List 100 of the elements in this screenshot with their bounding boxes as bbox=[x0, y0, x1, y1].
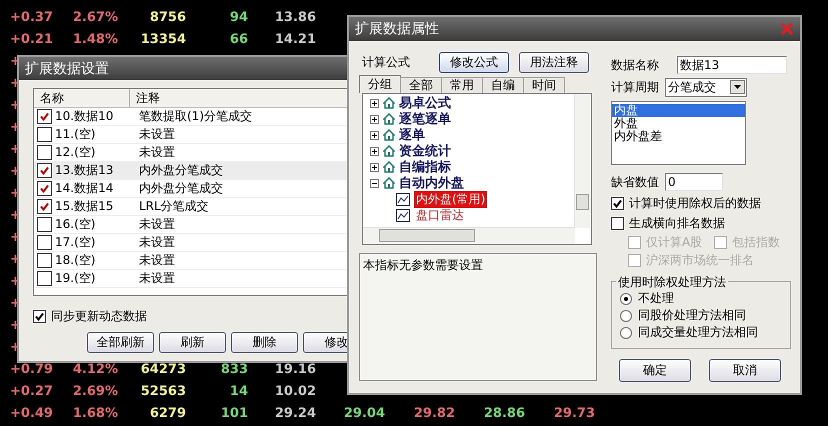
collapse-icon[interactable] bbox=[370, 178, 379, 188]
dialog-button[interactable]: 刷新 bbox=[159, 332, 226, 353]
quote-cell-text: 29.24 bbox=[274, 405, 316, 423]
period-dropdown[interactable]: 分笔成交 bbox=[665, 78, 747, 96]
checkbox[interactable] bbox=[37, 181, 52, 196]
tree-item[interactable]: 逐单 bbox=[399, 126, 425, 144]
input-field[interactable]: 数据13 bbox=[677, 56, 787, 74]
house-icon bbox=[383, 129, 395, 141]
quote-cell-text: +0.37 bbox=[9, 9, 54, 27]
checkbox[interactable] bbox=[37, 235, 52, 250]
radio-button[interactable] bbox=[620, 310, 632, 322]
quote-cell-text: 833 bbox=[220, 361, 248, 379]
expand-icon[interactable] bbox=[370, 98, 379, 108]
scrollbar[interactable] bbox=[363, 227, 575, 244]
house-icon bbox=[383, 113, 395, 125]
checkbox[interactable] bbox=[37, 145, 52, 160]
dialog-button[interactable]: 删除 bbox=[231, 332, 298, 353]
field-label: 数据名称 bbox=[611, 56, 659, 74]
expand-icon[interactable] bbox=[370, 146, 379, 156]
checkbox[interactable] bbox=[37, 271, 52, 286]
row-name: 17.(空) bbox=[55, 234, 96, 251]
close-icon bbox=[780, 22, 794, 36]
dialog-button[interactable]: 全部刷新 bbox=[87, 332, 154, 353]
row-name: 19.(空) bbox=[55, 270, 96, 287]
tab[interactable]: 时间 bbox=[523, 77, 565, 93]
checkbox[interactable] bbox=[37, 199, 52, 214]
row-note: 未设置 bbox=[138, 216, 176, 233]
window-title: 扩展数据属性 bbox=[355, 20, 439, 38]
quote-cell-text: 28.86 bbox=[482, 405, 525, 423]
quote-cell-text: 66 bbox=[228, 31, 248, 49]
radio-button[interactable] bbox=[620, 292, 632, 304]
row-note: 未设置 bbox=[138, 270, 176, 287]
radio-label: 同股价处理方法相同 bbox=[638, 307, 746, 324]
column-header[interactable]: 名称 bbox=[34, 89, 130, 107]
row-name: 11.(空) bbox=[55, 126, 96, 143]
row-name: 15.数据15 bbox=[55, 198, 114, 215]
input-field[interactable]: 0 bbox=[665, 173, 723, 191]
tab[interactable]: 全部 bbox=[400, 77, 442, 93]
formula-button[interactable]: 用法注释 bbox=[519, 52, 589, 72]
expand-icon[interactable] bbox=[370, 130, 379, 140]
tree-item[interactable]: 逐笔逐单 bbox=[399, 110, 451, 128]
tree-item[interactable]: 易卓公式 bbox=[399, 94, 451, 112]
row-note: 内外盘分笔成交 bbox=[138, 162, 224, 179]
checkbox-label: 生成横向排名数据 bbox=[629, 214, 725, 232]
dialog-button[interactable]: 确定 bbox=[619, 359, 691, 382]
scrollbar[interactable] bbox=[574, 94, 591, 228]
list-item[interactable]: 外盘 bbox=[612, 117, 745, 130]
quote-cell-text: 19.16 bbox=[274, 361, 316, 379]
quote-cell-text: 14 bbox=[228, 383, 248, 401]
tab[interactable]: 自编 bbox=[482, 77, 524, 93]
tree-item[interactable]: 盘口雷达 bbox=[414, 206, 466, 224]
quote-cell-text: 8756 bbox=[148, 9, 186, 27]
row-name: 14.数据14 bbox=[55, 180, 114, 197]
chart-icon bbox=[396, 208, 410, 222]
quote-cell-text: 2.69% bbox=[72, 383, 118, 401]
quote-cell-text: 10.02 bbox=[274, 383, 316, 401]
expand-icon[interactable] bbox=[370, 114, 379, 124]
quote-cell-text: 52563 bbox=[140, 383, 186, 401]
house-icon bbox=[383, 97, 395, 109]
quote-cell-text: +0.49 bbox=[9, 405, 54, 423]
tab[interactable]: 常用 bbox=[441, 77, 483, 93]
checkbox[interactable] bbox=[611, 216, 624, 230]
checkbox[interactable] bbox=[37, 217, 52, 232]
quote-cell-text: 14.21 bbox=[274, 31, 316, 49]
description-box: 本指标无参数需要设置 bbox=[359, 253, 597, 381]
formula-button[interactable]: 修改公式 bbox=[439, 52, 509, 72]
quote-cell-text: 29.73 bbox=[552, 405, 595, 423]
quote-cell-text: 13354 bbox=[140, 31, 186, 49]
house-icon bbox=[383, 161, 395, 173]
checkbox[interactable] bbox=[611, 196, 624, 210]
quote-cell-text: 1.68% bbox=[72, 405, 118, 423]
quote-cell-text: 64273 bbox=[140, 361, 186, 379]
list-item[interactable]: 内外盘差 bbox=[612, 130, 745, 143]
tree-item[interactable]: 自动内外盘 bbox=[399, 174, 464, 192]
dialog-button[interactable]: 取消 bbox=[709, 359, 781, 382]
tree-item[interactable]: 自编指标 bbox=[399, 158, 451, 176]
checkbox-label: 沪深两市场统一排名 bbox=[646, 252, 754, 268]
radio-button[interactable] bbox=[620, 326, 632, 338]
checkbox[interactable] bbox=[37, 127, 52, 142]
checkbox[interactable] bbox=[33, 310, 46, 322]
quote-cell-text: 13.86 bbox=[274, 9, 316, 27]
quote-cell-text: 94 bbox=[228, 9, 248, 27]
checkbox[interactable] bbox=[37, 109, 52, 124]
row-note: LRL分笔成交 bbox=[138, 198, 210, 215]
field-label: 缺省数值 bbox=[611, 174, 659, 190]
radio-label: 不处理 bbox=[638, 290, 674, 307]
expand-icon[interactable] bbox=[370, 162, 379, 172]
quote-cell-text: +0.79 bbox=[9, 361, 54, 379]
list-item[interactable]: 内盘 bbox=[612, 104, 745, 117]
tree-item[interactable]: 资金统计 bbox=[399, 142, 451, 160]
quote-cell-text: 29.04 bbox=[342, 405, 385, 423]
row-name: 16.(空) bbox=[55, 216, 96, 233]
field-label: 计算公式 bbox=[361, 54, 411, 70]
row-name: 18.(空) bbox=[55, 252, 96, 269]
checkbox[interactable] bbox=[37, 163, 52, 178]
house-icon bbox=[383, 177, 395, 189]
tree-item[interactable]: 内外盘(常用) bbox=[414, 190, 488, 208]
checkbox-label: 同步更新动态数据 bbox=[51, 308, 147, 324]
tab[interactable]: 分组 bbox=[359, 75, 401, 93]
checkbox[interactable] bbox=[37, 253, 52, 268]
